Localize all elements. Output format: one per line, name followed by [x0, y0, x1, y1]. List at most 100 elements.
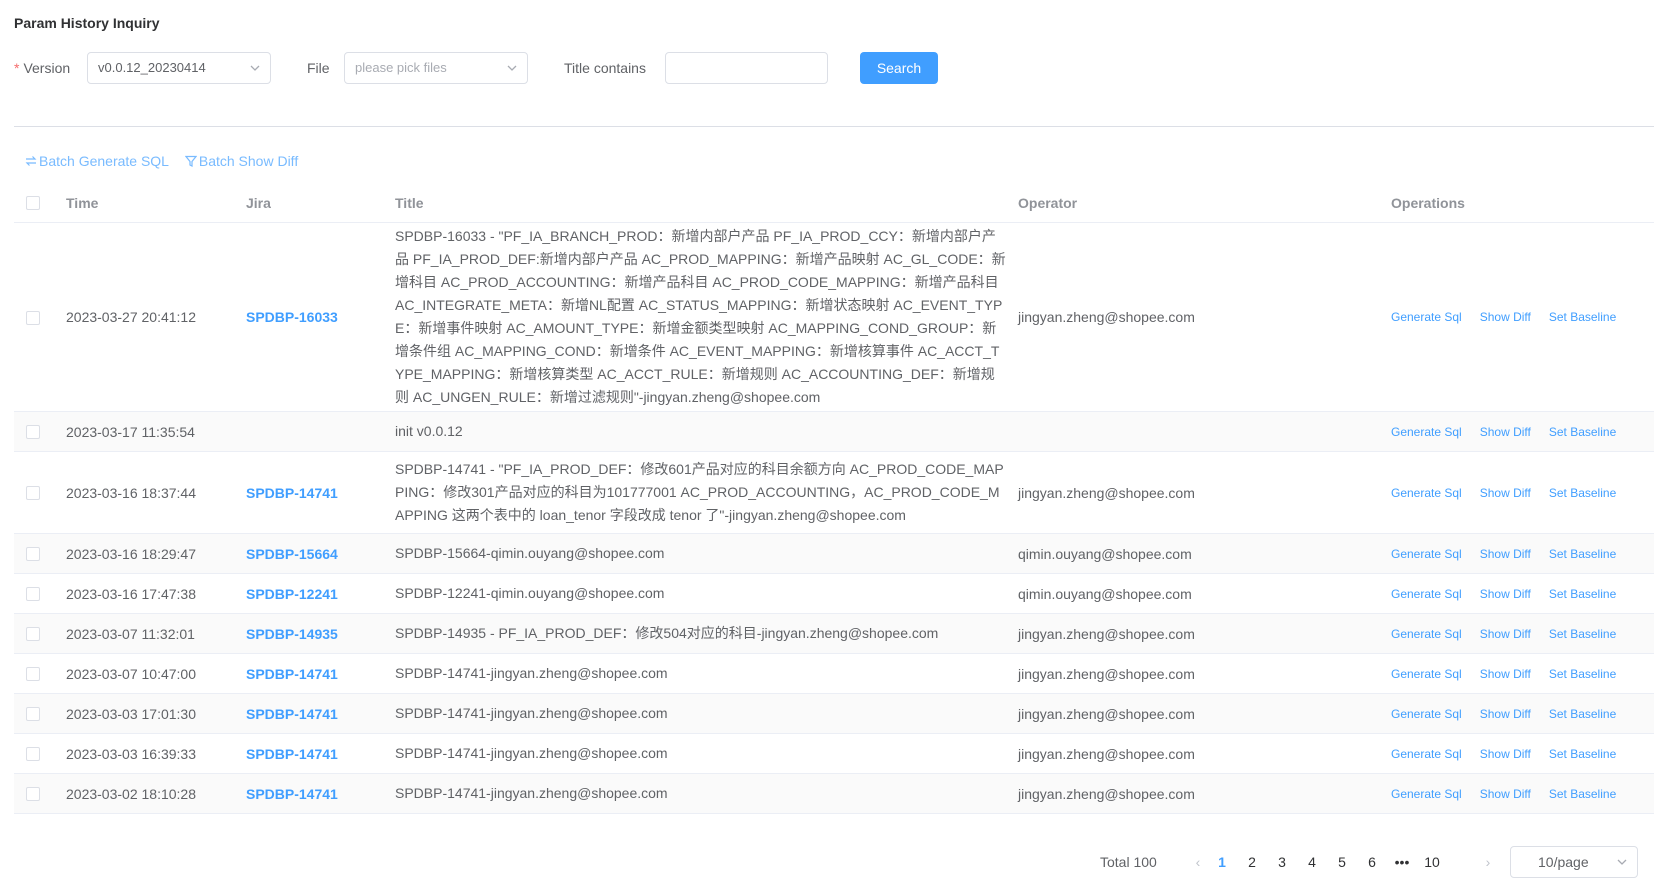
column-header-operations: Operations — [1391, 195, 1465, 211]
show-diff-link[interactable]: Show Diff — [1480, 707, 1531, 721]
show-diff-link[interactable]: Show Diff — [1480, 547, 1531, 561]
version-select[interactable]: v0.0.12_20230414 — [87, 52, 271, 84]
set-baseline-link[interactable]: Set Baseline — [1549, 587, 1616, 601]
row-checkbox[interactable] — [26, 747, 40, 761]
table-row: 2023-03-16 17:47:38 SPDBP-12241 SPDBP-1224… — [14, 574, 1654, 614]
set-baseline-link[interactable]: Set Baseline — [1549, 747, 1616, 761]
row-time: 2023-03-16 18:37:44 — [66, 484, 196, 501]
page-button[interactable]: 4 — [1298, 846, 1326, 878]
row-operations: Generate Sql Show Diff Set Baseline — [1391, 614, 1654, 653]
row-jira-link[interactable]: SPDBP-14741 — [246, 734, 396, 773]
show-diff-link[interactable]: Show Diff — [1480, 747, 1531, 761]
row-title: SPDBP-14741-jingyan.zheng@shopee.com — [395, 785, 668, 801]
generate-sql-link[interactable]: Generate Sql — [1391, 707, 1462, 721]
page-button[interactable]: 6 — [1358, 846, 1386, 878]
row-operator: jingyan.zheng@shopee.com — [1018, 785, 1195, 802]
show-diff-link[interactable]: Show Diff — [1480, 587, 1531, 601]
page-button[interactable]: 1 — [1208, 846, 1236, 878]
chevron-down-icon — [1617, 859, 1627, 865]
set-baseline-link[interactable]: Set Baseline — [1549, 787, 1616, 801]
generate-sql-link[interactable]: Generate Sql — [1391, 627, 1462, 641]
show-diff-link[interactable]: Show Diff — [1480, 787, 1531, 801]
set-baseline-link[interactable]: Set Baseline — [1549, 310, 1616, 324]
generate-sql-link[interactable]: Generate Sql — [1391, 486, 1462, 500]
row-time: 2023-03-07 11:32:01 — [66, 625, 195, 642]
filter-bar: * Version v0.0.12_20230414 File please pi… — [14, 52, 1654, 84]
batch-actions: Batch Generate SQL Batch Show Diff — [25, 153, 310, 170]
row-jira-link[interactable]: SPDBP-14741 — [246, 774, 396, 813]
search-button[interactable]: Search — [860, 52, 938, 84]
set-baseline-link[interactable]: Set Baseline — [1549, 486, 1616, 500]
page-button[interactable]: 5 — [1328, 846, 1356, 878]
set-baseline-link[interactable]: Set Baseline — [1549, 627, 1616, 641]
row-title: init v0.0.12 — [395, 423, 463, 439]
row-checkbox[interactable] — [26, 547, 40, 561]
show-diff-link[interactable]: Show Diff — [1480, 667, 1531, 681]
show-diff-link[interactable]: Show Diff — [1480, 310, 1531, 324]
page-button[interactable]: 3 — [1268, 846, 1296, 878]
required-mark: * — [14, 60, 20, 76]
row-operations: Generate Sql Show Diff Set Baseline — [1391, 774, 1654, 813]
row-time: 2023-03-02 18:10:28 — [66, 785, 196, 802]
select-all-checkbox[interactable] — [26, 196, 40, 210]
row-checkbox[interactable] — [26, 627, 40, 641]
chevron-down-icon — [507, 65, 517, 71]
pagination-total: Total 100 — [1100, 854, 1157, 870]
set-baseline-link[interactable]: Set Baseline — [1549, 547, 1616, 561]
file-select[interactable]: please pick files — [344, 52, 528, 84]
set-baseline-link[interactable]: Set Baseline — [1549, 667, 1616, 681]
row-checkbox[interactable] — [26, 425, 40, 439]
row-jira-link[interactable]: SPDBP-14741 — [246, 654, 396, 693]
generate-sql-link[interactable]: Generate Sql — [1391, 425, 1462, 439]
table-row: 2023-03-16 18:29:47 SPDBP-15664 SPDBP-1566… — [14, 534, 1654, 574]
generate-sql-link[interactable]: Generate Sql — [1391, 747, 1462, 761]
row-jira-link[interactable]: SPDBP-12241 — [246, 574, 396, 613]
title-contains-label: Title contains — [564, 60, 646, 76]
column-header-time[interactable]: Time — [66, 183, 98, 223]
row-time: 2023-03-27 20:41:12 — [66, 309, 196, 325]
row-jira-link[interactable] — [246, 412, 396, 451]
row-jira-link[interactable]: SPDBP-15664 — [246, 534, 396, 573]
column-header-operator[interactable]: Operator — [1018, 183, 1077, 223]
batch-generate-sql-button[interactable]: Batch Generate SQL — [25, 153, 169, 169]
row-time: 2023-03-07 10:47:00 — [66, 665, 196, 682]
row-jira-link[interactable]: SPDBP-16033 — [246, 223, 396, 411]
show-diff-link[interactable]: Show Diff — [1480, 425, 1531, 439]
row-checkbox[interactable] — [26, 787, 40, 801]
generate-sql-link[interactable]: Generate Sql — [1391, 547, 1462, 561]
row-jira-link[interactable]: SPDBP-14741 — [246, 452, 396, 533]
table-row: 2023-03-17 11:35:54 init v0.0.12 Generate … — [14, 412, 1654, 452]
page-button[interactable]: 2 — [1238, 846, 1266, 878]
row-title: SPDBP-14741-jingyan.zheng@shopee.com — [395, 745, 668, 761]
row-checkbox[interactable] — [26, 707, 40, 721]
row-checkbox[interactable] — [26, 667, 40, 681]
set-baseline-link[interactable]: Set Baseline — [1549, 707, 1616, 721]
generate-sql-link[interactable]: Generate Sql — [1391, 787, 1462, 801]
page-ellipsis[interactable]: ••• — [1388, 846, 1416, 878]
row-jira-link[interactable]: SPDBP-14741 — [246, 694, 396, 733]
table-row: 2023-03-02 18:10:28 SPDBP-14741 SPDBP-1474… — [14, 774, 1654, 814]
generate-sql-link[interactable]: Generate Sql — [1391, 587, 1462, 601]
title-contains-input[interactable] — [665, 52, 828, 84]
next-page-icon[interactable]: › — [1474, 846, 1502, 878]
show-diff-link[interactable]: Show Diff — [1480, 486, 1531, 500]
page-button[interactable]: 10 — [1418, 846, 1446, 878]
row-operator: qimin.ouyang@shopee.com — [1018, 585, 1192, 602]
page-size-select[interactable]: 10/page — [1510, 846, 1638, 878]
pagination: Total 100 ‹ 1 2 3 4 5 6 ••• 10 › 10/page — [1100, 846, 1654, 878]
row-operator: jingyan.zheng@shopee.com — [1018, 625, 1195, 642]
row-jira-link[interactable]: SPDBP-14935 — [246, 614, 396, 653]
row-time: 2023-03-17 11:35:54 — [66, 423, 195, 440]
batch-show-diff-button[interactable]: Batch Show Diff — [184, 153, 298, 169]
generate-sql-link[interactable]: Generate Sql — [1391, 667, 1462, 681]
filter-icon — [184, 155, 197, 167]
table-header: Time Jira Title Operator Operations — [14, 183, 1654, 223]
column-header-jira[interactable]: Jira — [246, 183, 271, 223]
set-baseline-link[interactable]: Set Baseline — [1549, 425, 1616, 439]
row-checkbox[interactable] — [26, 587, 40, 601]
column-header-title[interactable]: Title — [395, 183, 424, 223]
row-checkbox[interactable] — [26, 486, 40, 500]
show-diff-link[interactable]: Show Diff — [1480, 627, 1531, 641]
row-checkbox[interactable] — [26, 310, 40, 325]
generate-sql-link[interactable]: Generate Sql — [1391, 310, 1462, 324]
